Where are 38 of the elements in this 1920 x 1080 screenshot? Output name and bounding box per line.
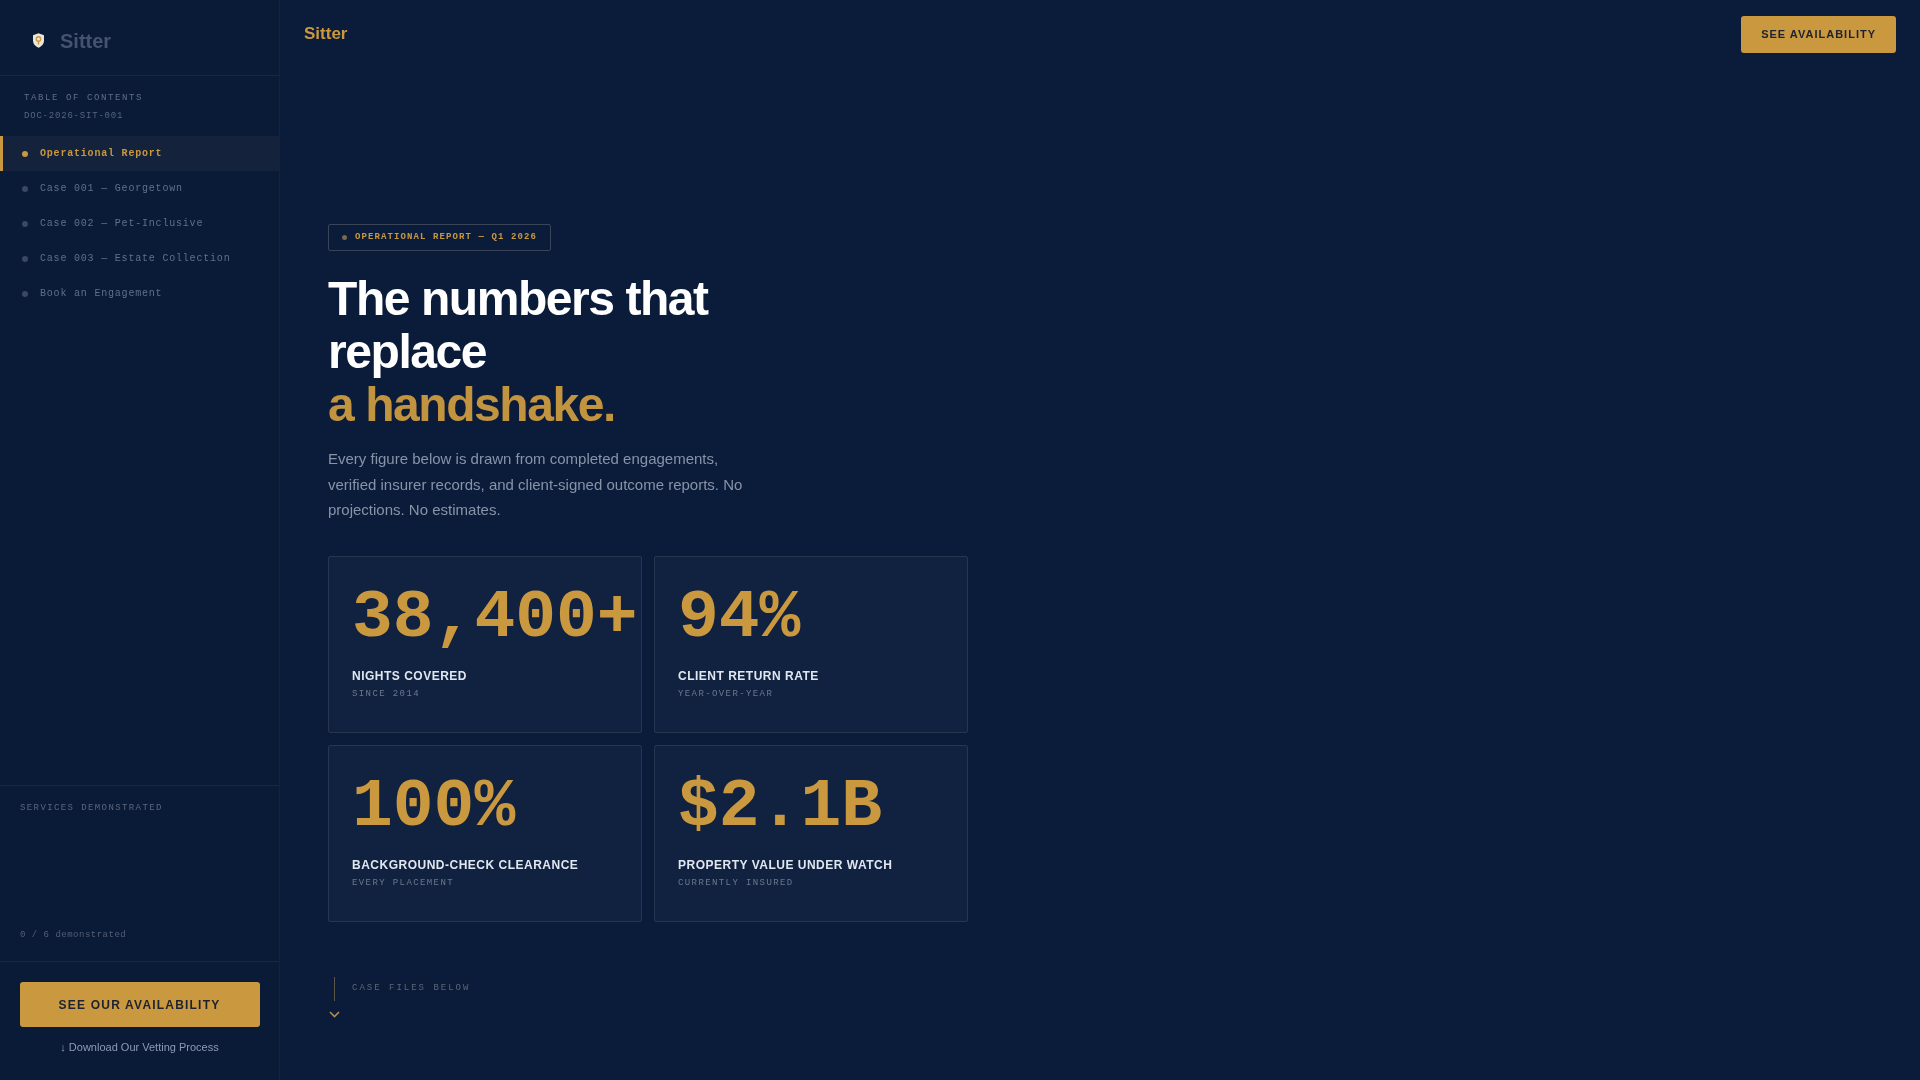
document-id: DOC-2026-SIT-001 xyxy=(24,111,124,122)
sidebar-item[interactable]: Case 003 — Estate Collection xyxy=(0,241,279,276)
chevron-down-icon xyxy=(328,1010,340,1018)
stat-label: BACKGROUND-CHECK CLEARANCE xyxy=(352,857,579,872)
hero-intro: Every figure below is drawn from completed engagements, verified insurer records, and client-signed outcome reports. No projections. No estimates. xyxy=(328,449,744,520)
shield-icon xyxy=(33,33,44,48)
dot-icon xyxy=(22,185,28,192)
download-link[interactable]: ↓ Download Our Vetting Process xyxy=(60,1041,219,1054)
dot-icon xyxy=(22,255,28,262)
services-heading: SERVICES DEMONSTRATED xyxy=(20,803,163,814)
stat-note: EVERY PLACEMENT xyxy=(352,877,454,889)
stat-value: 94% xyxy=(678,583,801,652)
availability-button[interactable]: SEE AVAILABILITY xyxy=(1741,15,1896,53)
stat-value: $2.1B xyxy=(678,772,883,841)
dot-icon xyxy=(22,150,28,157)
sidebar-item[interactable]: Book an Engagement xyxy=(0,276,279,311)
services-count: 0 / 6 demonstrated xyxy=(20,930,127,941)
stat-label: NIGHTS COVERED xyxy=(352,668,467,683)
stat-value: 38,400+ xyxy=(352,583,638,652)
sidebar-item[interactable]: Operational Report xyxy=(0,136,279,171)
stat-value: 100% xyxy=(352,772,516,841)
stat-note: SINCE 2014 xyxy=(352,688,420,700)
availability-button[interactable]: SEE OUR AVAILABILITY xyxy=(19,982,260,1027)
brand-name: Sitter xyxy=(60,28,112,53)
scroll-hint-label: CASE FILES BELOW xyxy=(352,983,471,994)
badge-label: OPERATIONAL REPORT — Q1 2026 xyxy=(355,232,538,243)
toc-heading: TABLE OF CONTENTS xyxy=(24,93,143,104)
dot-icon xyxy=(22,290,28,297)
stat-label: CLIENT RETURN RATE xyxy=(678,668,819,683)
sidebar-item[interactable]: Case 002 — Pet-Inclusive xyxy=(0,206,279,241)
stat-note: CURRENTLY INSURED xyxy=(678,877,794,889)
dot-icon xyxy=(22,220,28,227)
hero-heading: The numbers that replace a handshake. xyxy=(328,272,710,431)
sidebar-item[interactable]: Case 001 — Georgetown xyxy=(0,171,279,206)
stat-label: PROPERTY VALUE UNDER WATCH xyxy=(678,857,893,872)
stat-note: YEAR-OVER-YEAR xyxy=(678,688,774,700)
dot-icon xyxy=(342,235,347,240)
site-title: Sitter xyxy=(304,24,348,44)
